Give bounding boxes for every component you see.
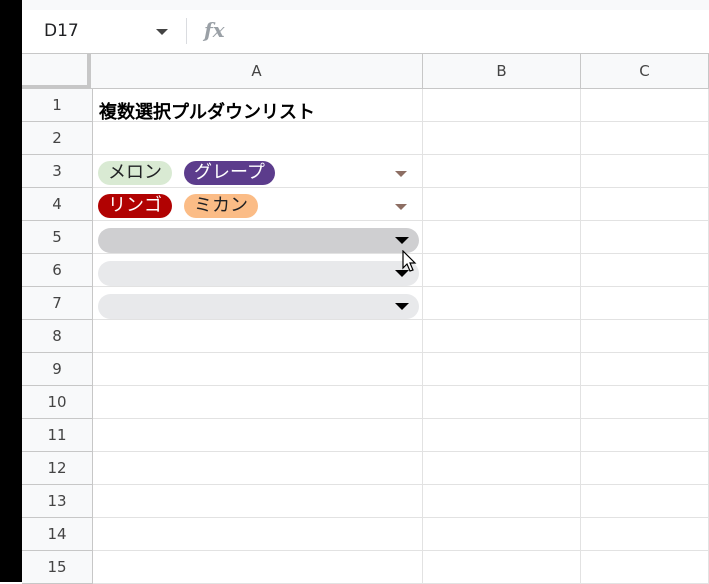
- cell-b6[interactable]: [423, 254, 581, 287]
- cell-c9[interactable]: [581, 353, 709, 386]
- dropdown-arrow-icon[interactable]: [395, 237, 409, 244]
- cell-a1-text: 複数選択プルダウンリスト: [99, 102, 315, 123]
- cell-b13[interactable]: [423, 485, 581, 518]
- chip-melon[interactable]: メロン: [98, 161, 172, 185]
- spreadsheet-grid: A B C 1 2 3 4 5 6 7 8 9 10 11 12 13 14 15 複数選択プルダウンリスト…: [22, 54, 709, 584]
- row-header-11[interactable]: 11: [22, 419, 93, 452]
- cell-c15[interactable]: [581, 551, 709, 584]
- cell-c11[interactable]: [581, 419, 709, 452]
- chip-apple[interactable]: リンゴ: [98, 194, 172, 218]
- cell-a15[interactable]: [93, 551, 423, 584]
- cell-b11[interactable]: [423, 419, 581, 452]
- cell-c2[interactable]: [581, 122, 709, 155]
- cell-c10[interactable]: [581, 386, 709, 419]
- cell-a9[interactable]: [93, 353, 423, 386]
- chip-grape[interactable]: グレープ: [184, 161, 275, 185]
- cell-c5[interactable]: [581, 221, 709, 254]
- row-header-13[interactable]: 13: [22, 485, 93, 518]
- row-header-10[interactable]: 10: [22, 386, 93, 419]
- row-header-8[interactable]: 8: [22, 320, 93, 353]
- left-black-strip: [0, 0, 22, 582]
- cell-a8[interactable]: [93, 320, 423, 353]
- cell-a14[interactable]: [93, 518, 423, 551]
- cell-b9[interactable]: [423, 353, 581, 386]
- row-header-3[interactable]: 3: [22, 155, 93, 188]
- column-header-c[interactable]: C: [581, 54, 709, 89]
- cell-c1[interactable]: [581, 89, 709, 122]
- row-header-2[interactable]: 2: [22, 122, 93, 155]
- cell-b4[interactable]: [423, 188, 581, 221]
- row-header-12[interactable]: 12: [22, 452, 93, 485]
- cell-b14[interactable]: [423, 518, 581, 551]
- chevron-down-icon[interactable]: [156, 29, 168, 35]
- function-icon: fx: [204, 18, 225, 42]
- toolbar-strip: [22, 0, 709, 10]
- cell-c13[interactable]: [581, 485, 709, 518]
- dropdown-cell-a7[interactable]: [98, 294, 419, 319]
- chip-orange[interactable]: ミカン: [184, 194, 258, 218]
- cell-b1[interactable]: [423, 89, 581, 122]
- cell-a10[interactable]: [93, 386, 423, 419]
- cell-c12[interactable]: [581, 452, 709, 485]
- cell-c7[interactable]: [581, 287, 709, 320]
- dropdown-cell-a5[interactable]: [98, 228, 419, 253]
- row-header-9[interactable]: 9: [22, 353, 93, 386]
- select-all-corner[interactable]: [22, 54, 91, 89]
- dropdown-cell-a6[interactable]: [98, 261, 419, 286]
- cell-c14[interactable]: [581, 518, 709, 551]
- dropdown-arrow-icon[interactable]: [395, 303, 409, 310]
- name-box[interactable]: D17: [44, 21, 79, 41]
- formula-bar: D17 fx: [22, 10, 709, 54]
- row-header-5[interactable]: 5: [22, 221, 93, 254]
- row-header-15[interactable]: 15: [22, 551, 93, 584]
- divider: [186, 18, 187, 44]
- row-header-7[interactable]: 7: [22, 287, 93, 320]
- cell-b15[interactable]: [423, 551, 581, 584]
- cell-a13[interactable]: [93, 485, 423, 518]
- row-header-1[interactable]: 1: [22, 89, 93, 122]
- cell-a12[interactable]: [93, 452, 423, 485]
- cell-b5[interactable]: [423, 221, 581, 254]
- row-header-6[interactable]: 6: [22, 254, 93, 287]
- cell-b12[interactable]: [423, 452, 581, 485]
- cell-c3[interactable]: [581, 155, 709, 188]
- row-header-4[interactable]: 4: [22, 188, 93, 221]
- cell-b10[interactable]: [423, 386, 581, 419]
- cell-c6[interactable]: [581, 254, 709, 287]
- cell-c4[interactable]: [581, 188, 709, 221]
- dropdown-arrow-icon[interactable]: [395, 171, 407, 177]
- mouse-cursor-icon: [402, 250, 417, 272]
- cell-a2[interactable]: [93, 122, 423, 155]
- cell-b3[interactable]: [423, 155, 581, 188]
- cell-b7[interactable]: [423, 287, 581, 320]
- row-header-14[interactable]: 14: [22, 518, 93, 551]
- column-header-b[interactable]: B: [423, 54, 581, 89]
- cell-c8[interactable]: [581, 320, 709, 353]
- cell-b8[interactable]: [423, 320, 581, 353]
- column-header-a[interactable]: A: [91, 54, 423, 89]
- cell-b2[interactable]: [423, 122, 581, 155]
- cell-a11[interactable]: [93, 419, 423, 452]
- dropdown-arrow-icon[interactable]: [395, 204, 407, 210]
